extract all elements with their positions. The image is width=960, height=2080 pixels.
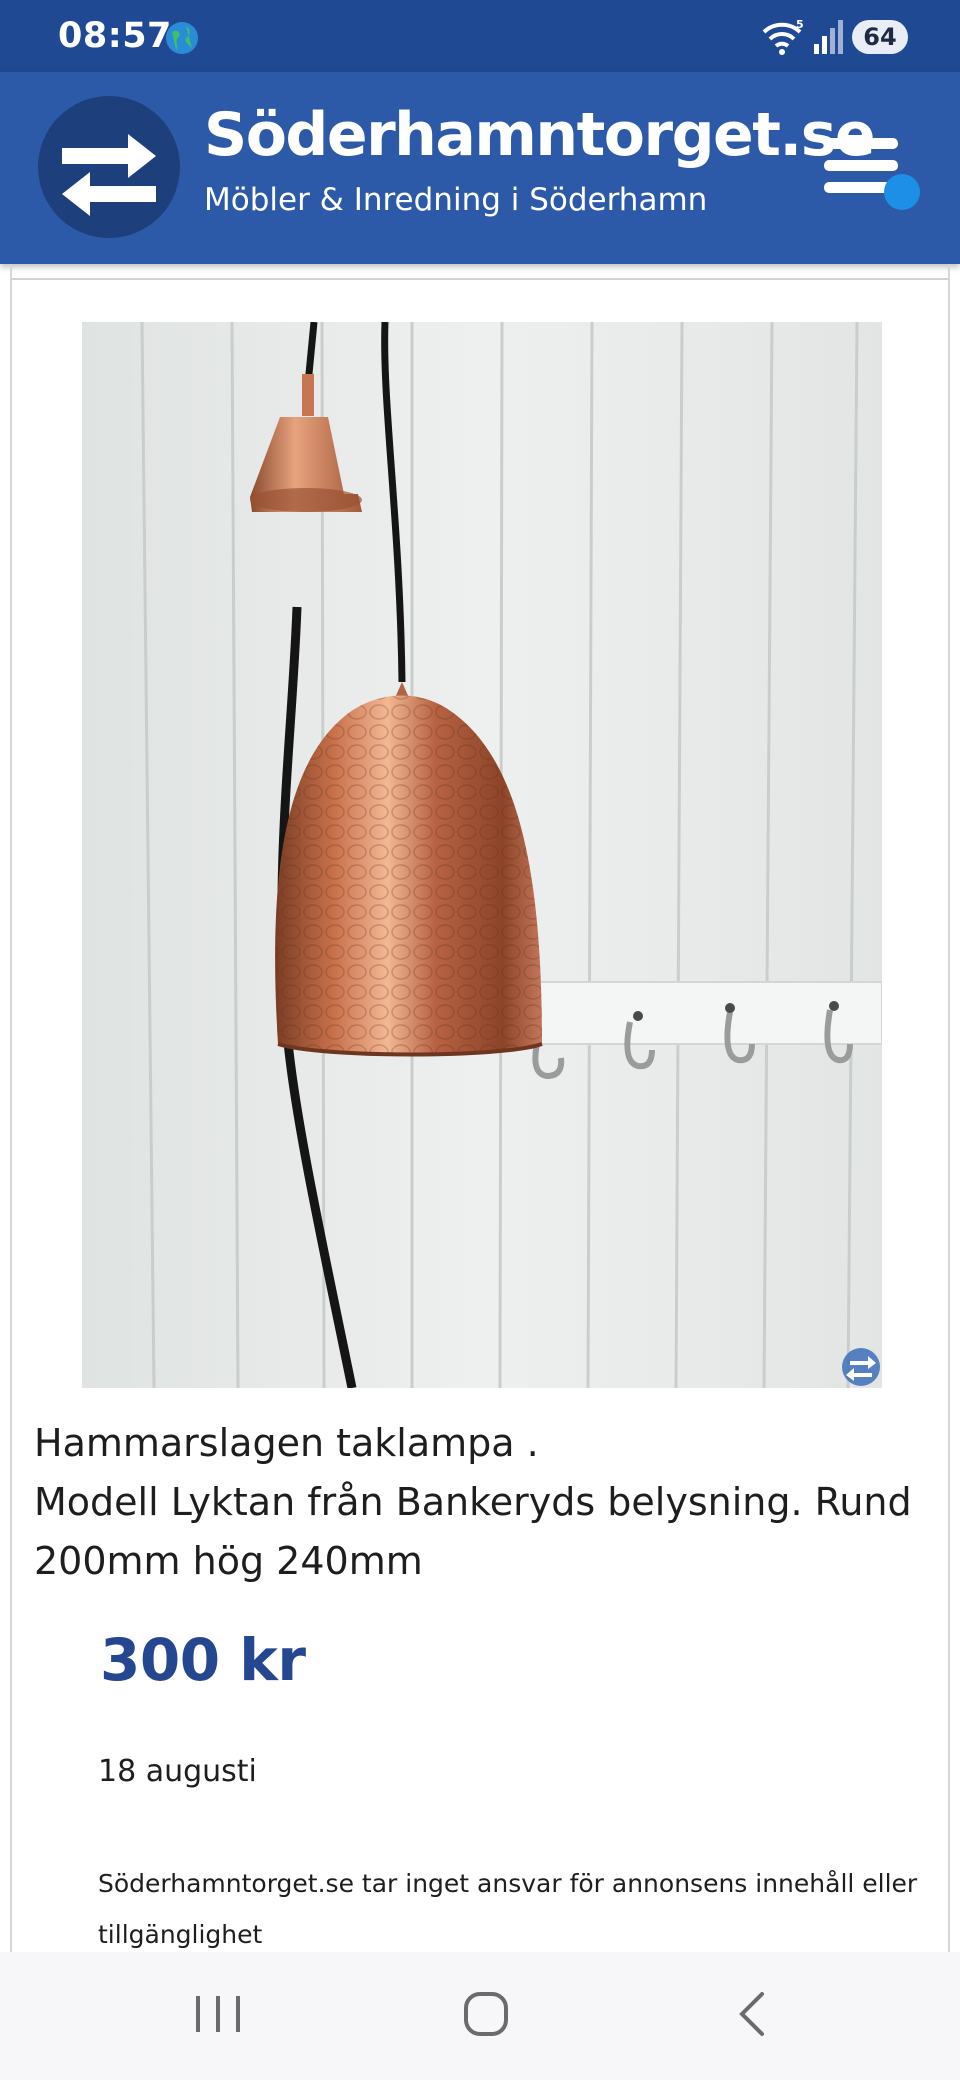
listing-date: 18 augusti — [98, 1754, 257, 1789]
listing-price: 300 kr — [100, 1626, 306, 1694]
site-logo[interactable] — [38, 96, 180, 238]
description-line: Modell Lyktan från Bankeryds belysning. … — [34, 1480, 912, 1524]
description-line: Hammarslagen taklampa . — [34, 1421, 539, 1465]
listing-photo[interactable] — [82, 322, 882, 1388]
status-time: 08:57 — [58, 16, 172, 56]
recent-apps-icon[interactable] — [190, 1984, 246, 2044]
hamburger-menu-icon[interactable] — [818, 134, 922, 224]
disclaimer-text: Söderhamntorget.se tar inget ansvar för … — [98, 1869, 918, 1949]
wifi-icon: 5 — [762, 18, 804, 55]
description-line: 200mm hög 240mm — [34, 1539, 423, 1583]
listing-card: Hammarslagen taklampa . Modell Lyktan fr… — [10, 264, 950, 1954]
swap-badge-icon — [842, 1348, 880, 1386]
home-icon[interactable] — [458, 1984, 514, 2044]
back-icon[interactable] — [726, 1984, 782, 2044]
site-tagline: Möbler & Inredning i Söderhamn — [204, 182, 708, 218]
svg-text:5: 5 — [796, 18, 804, 31]
notification-dot — [884, 174, 920, 210]
globe-icon — [166, 22, 198, 54]
status-bar: 08:57 5 64 — [0, 0, 960, 72]
battery-icon: 64 — [852, 20, 908, 54]
system-nav-bar — [0, 1952, 960, 2080]
site-header: Söderhamntorget.se Möbler & Inredning i … — [0, 72, 960, 264]
listing-description: Hammarslagen taklampa . Modell Lyktan fr… — [34, 1414, 934, 1591]
signal-icon — [814, 20, 843, 54]
swap-arrows-icon — [62, 134, 156, 216]
lamp-image — [82, 322, 882, 1388]
site-title[interactable]: Söderhamntorget.se — [204, 100, 876, 170]
divider — [12, 278, 948, 280]
page: 08:57 5 64 Söderhamntorget.se Möbler & I… — [0, 0, 960, 2080]
